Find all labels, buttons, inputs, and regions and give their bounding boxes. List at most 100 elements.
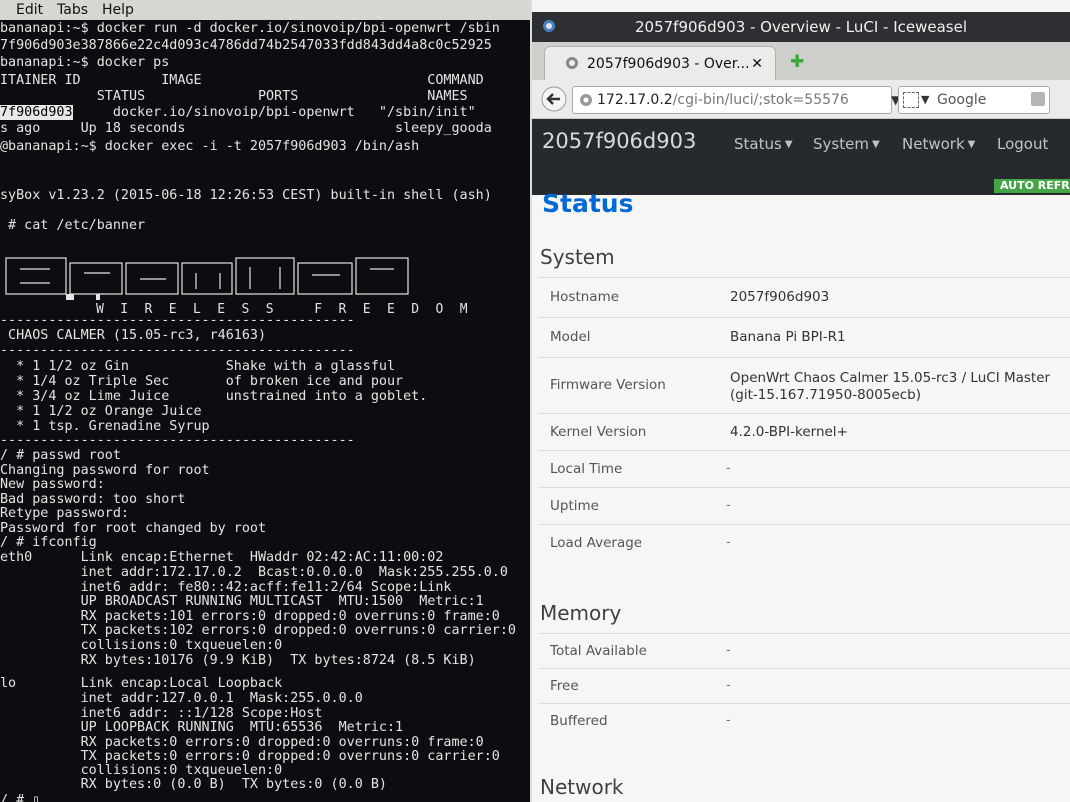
terminal-line: inet addr:127.0.0.1 Mask:255.0.0.0 [0,691,363,706]
auto-refresh-badge[interactable]: AUTO REFRE [994,179,1070,193]
menu-status-label: Status [734,135,782,153]
row-value: - [726,535,731,550]
caret-down-icon: ▼ [871,139,880,150]
menu-edit[interactable]: Edit [16,0,43,20]
section-memory-title: Memory [540,601,622,625]
terminal-line: * 1/4 oz Triple Sec of broken ice and po… [0,374,404,389]
terminal-line: ----------------------------------------… [0,343,355,358]
terminal-line: STATUS PORTS NAMES [0,89,468,104]
luci-brand-hostname[interactable]: 2057f906d903 [542,129,696,153]
terminal-line: TX packets:102 errors:0 dropped:0 overru… [0,623,516,638]
url-bar[interactable]: 172.17.0.2/cgi-bin/luci/;stok=55576 ▼ ↻ [572,86,922,114]
row-value: 2057f906d903 [730,289,830,305]
site-identity-icon[interactable] [579,93,593,107]
row-value-secondary: (git-15.167.71950-8005ecb) [730,387,922,403]
terminal-line: / # ▯ [0,793,41,802]
close-tab-icon[interactable]: ✕ [751,48,763,80]
browser-tab[interactable]: 2057f906d903 - Over... ✕ [544,46,776,81]
menu-system[interactable]: System ▼ [813,135,880,153]
terminal-line: ----------------------------------------… [0,433,355,448]
back-arrow-icon[interactable] [540,86,568,112]
tab-strip: 2057f906d903 - Over... ✕ ✚ [532,42,1070,81]
row-label: Model [550,329,591,345]
terminal-line: / # ifconfig [0,535,97,550]
browser-window[interactable]: 2057f906d903 - Overview - LuCI - Iceweas… [532,0,1070,802]
new-tab-icon[interactable]: ✚ [790,52,804,72]
table-row: Uptime - [538,487,1070,525]
terminal-line: 7f906d903 docker.io/sinovoip/bpi-openwrt… [0,105,476,120]
search-icon[interactable] [1031,92,1045,106]
row-value: - [726,461,731,476]
page-title: Status [542,189,634,218]
terminal-line: inet addr:172.17.0.2 Bcast:0.0.0.0 Mask:… [0,565,508,580]
terminal-line: * 1 1/2 oz Orange Juice [0,404,202,419]
row-value: - [726,643,731,658]
row-label: Local Time [550,461,623,477]
caret-down-icon: ▼ [967,139,976,150]
terminal-line: / # passwd root [0,448,121,463]
row-value: OpenWrt Chaos Calmer 15.05-rc3 / LuCI Ma… [730,370,1051,386]
table-row: Model Banana Pi BPI-R1 [538,317,1070,358]
terminal-line: ITAINER ID IMAGE COMMAND [0,73,484,88]
plus-icon: ✚ [790,52,805,72]
row-label: Free [550,678,579,694]
browser-title-bar: 2057f906d903 - Overview - LuCI - Iceweas… [532,12,1070,42]
terminal-line: New password: [0,477,105,492]
url-path: /cgi-bin/luci/;stok=55576 [672,92,849,108]
terminal-line: Retype password: [0,506,129,521]
menu-help[interactable]: Help [102,0,134,20]
terminal-line: UP BROADCAST RUNNING MULTICAST MTU:1500 … [0,594,484,609]
menu-status[interactable]: Status ▼ [734,135,793,153]
terminal-line: collisions:0 txqueuelen:0 [0,638,283,653]
terminal-menubar: Edit Tabs Help [0,0,530,20]
search-bar[interactable]: ▼ Google [898,86,1050,114]
luci-header: 2057f906d903 Status ▼ System ▼ Network ▼ Lo… [532,119,1070,195]
tab-title: 2057f906d903 - Over... [587,56,750,72]
row-label: Load Average [550,535,643,551]
terminal-line: RX bytes:10176 (9.9 KiB) TX bytes:8724 (… [0,653,476,668]
table-row: Load Average - [538,524,1070,562]
globe-icon [566,57,578,69]
row-label: Firmware Version [550,377,666,393]
search-engine-icon[interactable] [903,92,919,108]
section-system-title: System [540,245,615,269]
table-row: Firmware Version OpenWrt Chaos Calmer 15.… [538,357,1070,414]
row-label: Total Available [550,643,647,659]
window-title: 2057f906d903 - Overview - LuCI - Iceweas… [635,18,967,36]
menu-tabs[interactable]: Tabs [57,0,88,20]
chevron-down-icon[interactable]: ▼ [921,87,929,113]
terminal-window[interactable]: Edit Tabs Help bananapi:~$ docker run -d… [0,0,530,802]
table-row: Hostname 2057f906d903 [538,277,1070,318]
terminal-line: UP LOOPBACK RUNNING MTU:65536 Metric:1 [0,720,404,735]
row-label: Uptime [550,498,599,514]
row-value: 4.2.0-BPI-kernel+ [730,424,848,440]
row-value: - [726,678,731,693]
table-row: Local Time - [538,450,1070,488]
menu-logout[interactable]: Logout [997,135,1048,153]
terminal-line: lo Link encap:Local Loopback [0,676,283,691]
row-value: Banana Pi BPI-R1 [730,329,846,345]
selected-container-id: 7f906d903 [0,105,73,120]
section-network-title: Network [540,775,624,799]
row-label: Buffered [550,713,608,729]
terminal-line: # cat /etc/banner [0,218,146,233]
table-row: Total Available - [538,633,1070,669]
search-placeholder: Google [937,92,987,108]
terminal-line: 7f906d903e387866e22c4d093c4786dd74b25470… [0,38,492,53]
navigation-bar: 172.17.0.2/cgi-bin/luci/;stok=55576 ▼ ↻ … [532,80,1070,119]
table-row: Free - [538,668,1070,704]
menu-network[interactable]: Network ▼ [902,135,975,153]
terminal-line: syBox v1.23.2 (2015-06-18 12:26:53 CEST)… [0,188,492,203]
row-value: - [726,498,731,513]
row-label: Kernel Version [550,424,647,440]
row-value: - [726,713,731,728]
terminal-line: * 3/4 oz Lime Juice unstrained into a go… [0,389,428,404]
table-row: Kernel Version 4.2.0-BPI-kernel+ [538,413,1070,451]
table-row: Buffered - [538,703,1070,739]
caret-down-icon: ▼ [784,139,793,150]
luci-content: Status System Hostname 2057f906d903 Model B… [532,189,1070,802]
openwrt-ascii-art [5,257,409,300]
terminal-line: RX bytes:0 (0.0 B) TX bytes:0 (0.0 B) [0,777,387,792]
terminal-line: @bananapi:~$ docker exec -i -t 2057f906d… [0,139,420,154]
terminal-line: eth0 Link encap:Ethernet HWaddr 02:42:AC… [0,550,444,565]
